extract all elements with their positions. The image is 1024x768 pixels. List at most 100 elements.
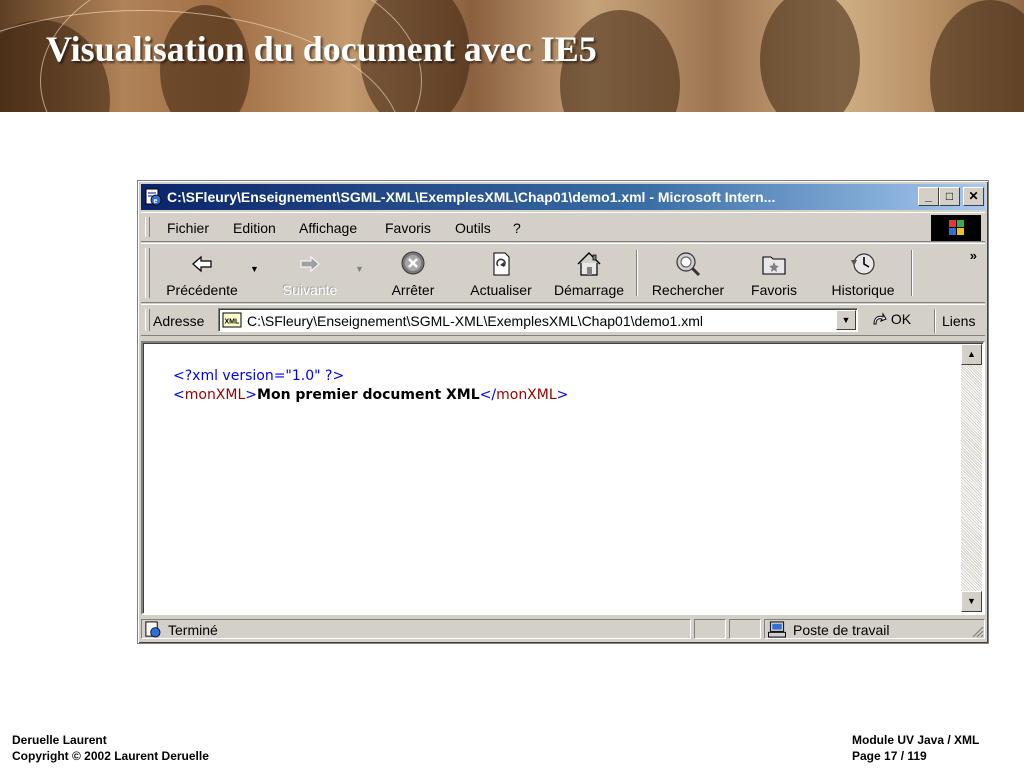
computer-icon (768, 621, 786, 638)
end-tag-close-bracket: > (556, 387, 569, 403)
favorites-label: Favoris (751, 282, 797, 298)
window-title: C:\SFleury\Enseignement\SGML-XML\Exemple… (167, 189, 776, 205)
xml-element: <monXML>Mon premier document XML</monXML… (173, 386, 568, 405)
refresh-label: Actualiser (470, 282, 532, 298)
svg-text:XML: XML (225, 319, 241, 326)
page-done-icon (145, 621, 161, 638)
xml-open-tag: monXML (184, 387, 246, 403)
back-dropdown-icon[interactable]: ▼ (250, 264, 259, 274)
search-icon (676, 252, 701, 277)
vertical-scrollbar[interactable]: ▲ ▼ (961, 344, 982, 612)
toolbar-grip[interactable] (145, 248, 150, 298)
back-label: Précédente (166, 282, 238, 298)
svg-text:e: e (154, 198, 158, 205)
back-arrow-icon (192, 255, 212, 273)
footer-module: Module UV Java / XML (852, 733, 980, 747)
address-bar-grip[interactable] (145, 309, 150, 331)
menu-edition[interactable]: Edition (233, 220, 276, 236)
xml-declaration: <?xml version="1.0" ?> (173, 367, 568, 386)
stop-icon (401, 251, 425, 275)
document-view[interactable]: <?xml version="1.0" ?> <monXML>Mon premi… (141, 341, 985, 615)
forward-dropdown-icon[interactable]: ▼ (355, 264, 364, 274)
links-button[interactable]: Liens (942, 313, 975, 329)
refresh-button[interactable]: Actualiser (459, 248, 543, 300)
address-input[interactable]: XML C:\SFleury\Enseignement\SGML-XML\Exe… (218, 308, 858, 332)
menu-favoris[interactable]: Favoris (385, 220, 431, 236)
slide-header-banner: Visualisation du document avec IE5 (0, 0, 1024, 112)
footer-left: Deruelle Laurent Copyright © 2002 Lauren… (12, 732, 209, 764)
scroll-up-button[interactable]: ▲ (961, 344, 982, 365)
address-label: Adresse (153, 313, 205, 329)
go-button[interactable]: OK (871, 311, 911, 327)
slide-title: Visualisation du document avec IE5 (46, 29, 597, 69)
windows-logo-throbber (931, 215, 981, 241)
status-pane-main: Terminé (141, 619, 691, 639)
xml-source: <?xml version="1.0" ?> <monXML>Mon premi… (173, 367, 568, 405)
browser-window: e C:\SFleury\Enseignement\SGML-XML\Exemp… (137, 180, 989, 644)
banner-silhouette (760, 0, 860, 112)
menu-bar-grip[interactable] (145, 217, 150, 237)
address-bar: Adresse XML C:\SFleury\Enseignement\SGML… (141, 304, 985, 336)
xml-close-tag: monXML (496, 387, 557, 403)
xml-text-content: Mon premier document XML (257, 387, 480, 403)
favorites-button[interactable]: Favoris (739, 248, 809, 300)
stop-label: Arrêter (391, 282, 435, 298)
search-button[interactable]: Rechercher (643, 248, 733, 300)
menu-help[interactable]: ? (513, 220, 521, 236)
end-tag-open-bracket: </ (479, 387, 497, 403)
toolbar-separator (911, 250, 913, 296)
arrow-up-icon: ▲ (967, 349, 976, 359)
history-icon (851, 253, 875, 275)
minimize-button[interactable]: _ (918, 187, 939, 206)
maximize-button[interactable]: □ (939, 187, 960, 206)
home-label: Démarrage (553, 282, 625, 298)
address-separator (934, 309, 936, 333)
status-bar: Terminé Poste de travail (141, 618, 985, 640)
scroll-down-button[interactable]: ▼ (961, 591, 982, 612)
xml-pi-text: <?xml version="1.0" ?> (173, 368, 345, 384)
resize-grip-icon[interactable] (970, 624, 984, 638)
forward-label: Suivante (282, 282, 338, 298)
menu-fichier[interactable]: Fichier (167, 220, 209, 236)
window-titlebar[interactable]: e C:\SFleury\Enseignement\SGML-XML\Exemp… (141, 184, 985, 210)
minimize-icon: _ (925, 189, 932, 203)
go-label: OK (890, 311, 912, 327)
home-icon (577, 252, 601, 276)
stop-button[interactable]: Arrêter (373, 248, 453, 300)
back-button[interactable]: Précédente (155, 248, 249, 300)
xml-file-icon: XML (222, 312, 242, 328)
footer-copyright: Copyright © 2002 Laurent Deruelle (12, 749, 209, 763)
toolbar-more-chevron-icon[interactable]: » (970, 248, 977, 263)
close-icon: ✕ (968, 189, 979, 203)
standard-toolbar: Précédente ▼ Suivante ▼ Arrêter Actualis… (141, 243, 985, 303)
footer-page-number: Page 17 / 119 (852, 749, 927, 763)
chevron-down-icon: ▼ (841, 315, 851, 325)
favorites-icon (762, 256, 786, 275)
zone-text: Poste de travail (793, 622, 890, 638)
address-dropdown-button[interactable]: ▼ (836, 310, 856, 330)
status-pane-security (729, 619, 761, 639)
menu-affichage[interactable]: Affichage (299, 220, 357, 236)
toolbar-separator (636, 250, 638, 296)
history-button[interactable]: Historique (817, 248, 909, 300)
close-button[interactable]: ✕ (963, 187, 984, 206)
home-button[interactable]: Démarrage (549, 248, 629, 300)
history-label: Historique (831, 282, 895, 298)
footer-author: Deruelle Laurent (12, 733, 107, 747)
footer-right: Module UV Java / XML Page 17 / 119 (852, 732, 979, 764)
status-pane-progress (694, 619, 726, 639)
status-pane-zone: Poste de travail (764, 619, 985, 639)
document-icon: e (145, 188, 162, 206)
tag-open-bracket: < (173, 387, 185, 403)
maximize-icon: □ (945, 189, 954, 203)
address-value[interactable]: C:\SFleury\Enseignement\SGML-XML\Exemple… (247, 313, 703, 329)
windows-flag-icon (949, 220, 964, 235)
forward-button[interactable]: Suivante (267, 248, 353, 300)
menu-bar: Fichier Edition Affichage Favoris Outils… (141, 212, 985, 242)
menu-outils[interactable]: Outils (455, 220, 491, 236)
search-label: Rechercher (651, 282, 725, 298)
go-arrow-icon (873, 312, 887, 325)
forward-arrow-icon (300, 255, 320, 273)
banner-silhouette (930, 0, 1024, 112)
tag-close-bracket: > (245, 387, 258, 403)
